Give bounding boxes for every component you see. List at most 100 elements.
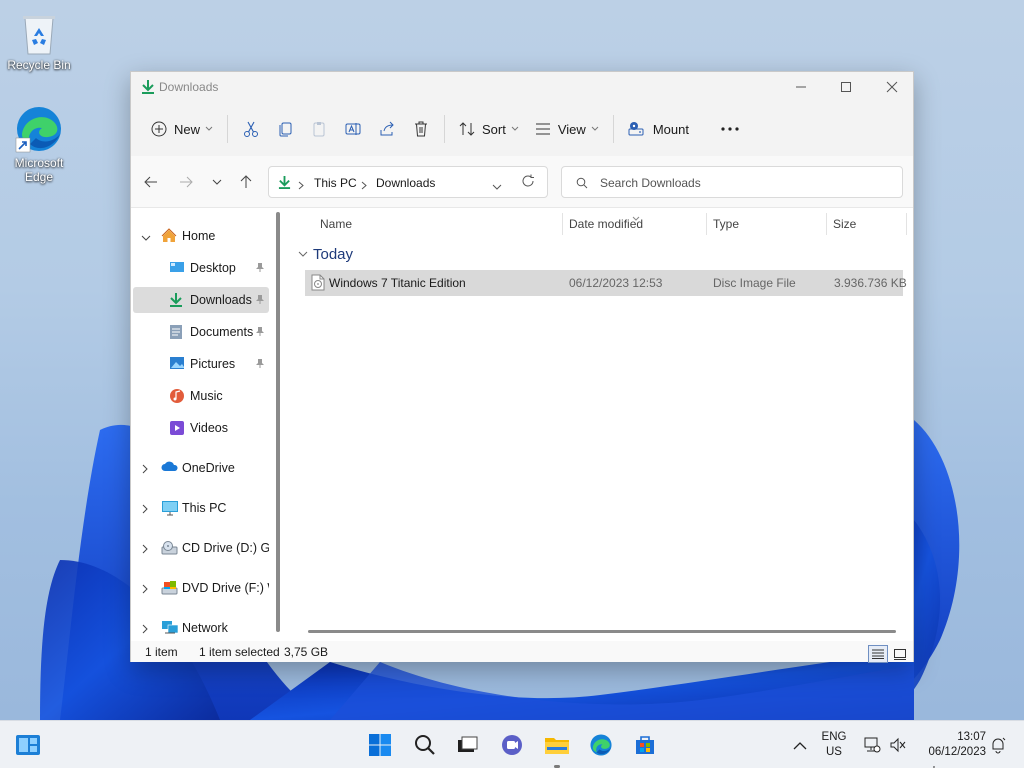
chevron-down-icon: [492, 184, 502, 190]
desktop-icon-recycle-bin[interactable]: Recycle Bin: [4, 10, 74, 72]
item-count: 1 item: [145, 645, 178, 659]
copy-button[interactable]: [268, 112, 302, 146]
minimize-button[interactable]: [778, 72, 824, 102]
sidebar-item-dvd-drive-f-w[interactable]: DVD Drive (F:) W: [133, 575, 269, 601]
task-view-button[interactable]: [453, 731, 481, 759]
maximize-button[interactable]: [823, 72, 869, 102]
close-button[interactable]: [869, 72, 915, 102]
sidebar-item-pictures[interactable]: Pictures: [133, 351, 269, 377]
sidebar-item-home[interactable]: Home: [133, 223, 269, 249]
chevron-right-icon[interactable]: [141, 583, 149, 597]
chevron-right-icon[interactable]: [141, 503, 149, 517]
download-arrow-icon: [278, 175, 291, 193]
address-history-button[interactable]: [492, 180, 502, 194]
pin-icon: [255, 294, 265, 308]
recent-locations-button[interactable]: [208, 173, 226, 191]
desktop-icon-label: Edge: [24, 170, 54, 184]
sidebar-item-this-pc[interactable]: This PC: [133, 495, 269, 521]
breadcrumb-downloads[interactable]: Downloads: [376, 176, 435, 190]
edge-taskbar-button[interactable]: [587, 731, 615, 759]
file-row[interactable]: Windows 7 Titanic Edition 06/12/2023 12:…: [305, 270, 907, 296]
rename-button[interactable]: [336, 112, 370, 146]
sidebar-item-cd-drive-d-gsp[interactable]: CD Drive (D:) GSP: [133, 535, 269, 561]
group-label: Today: [313, 246, 354, 263]
view-button-label: View: [557, 121, 586, 137]
column-header-type[interactable]: Type: [713, 217, 739, 231]
sidebar-item-documents[interactable]: Documents: [133, 319, 269, 345]
desktop-icon-edge[interactable]: Microsoft Edge: [4, 104, 74, 184]
sidebar-item-downloads[interactable]: Downloads: [133, 287, 269, 313]
cut-button[interactable]: [234, 112, 268, 146]
mount-button[interactable]: Mount: [620, 112, 697, 146]
paste-button[interactable]: [302, 112, 336, 146]
column-divider[interactable]: [906, 213, 907, 235]
file-type: Disc Image File: [713, 276, 796, 290]
search-box[interactable]: [561, 166, 903, 198]
mount-button-label: Mount: [652, 121, 689, 137]
column-divider[interactable]: [706, 213, 707, 235]
delete-button[interactable]: [404, 112, 438, 146]
mount-icon: [628, 122, 644, 136]
dvd-drive-icon: [161, 580, 179, 599]
home-icon: [161, 228, 177, 247]
file-explorer-taskbar-button[interactable]: [543, 731, 571, 759]
clock[interactable]: 13:07 06/12/2023: [914, 730, 986, 760]
column-header-name[interactable]: Name: [320, 217, 352, 231]
taskbar: ENG US 13:07 06/12/2023: [0, 720, 1024, 768]
show-hidden-icons-button[interactable]: [786, 731, 814, 759]
sidebar-item-music[interactable]: Music: [133, 383, 269, 409]
command-bar: New Sort View Mount: [131, 102, 913, 156]
up-button[interactable]: [237, 173, 255, 191]
sort-button[interactable]: Sort: [451, 112, 527, 146]
sidebar-item-network[interactable]: Network: [133, 615, 269, 641]
view-button[interactable]: View: [527, 112, 607, 146]
details-view-button[interactable]: [868, 645, 888, 663]
share-button[interactable]: [370, 112, 404, 146]
breadcrumb-separator-icon: [298, 179, 304, 193]
network-status-button[interactable]: [858, 731, 886, 759]
column-divider[interactable]: [562, 213, 563, 235]
navigation-scrollbar[interactable]: [276, 212, 280, 632]
title-bar[interactable]: Downloads: [131, 72, 913, 102]
widgets-button[interactable]: [14, 731, 42, 759]
onedrive-icon: [161, 460, 179, 475]
more-options-button[interactable]: [713, 112, 747, 146]
language-indicator[interactable]: ENG US: [816, 730, 852, 760]
sidebar-item-desktop[interactable]: Desktop: [133, 255, 269, 281]
forward-button[interactable]: [177, 173, 195, 191]
large-icons-view-button[interactable]: [890, 645, 910, 663]
toolbar-separator: [227, 115, 229, 143]
back-button[interactable]: [142, 173, 160, 191]
notifications-button[interactable]: [984, 731, 1012, 759]
breadcrumb-this-pc[interactable]: This PC: [314, 176, 357, 190]
navigation-pane: Home Desktop Downloads Documents Pictures Mus…: [131, 209, 281, 641]
plus-circle-icon: [151, 121, 167, 137]
refresh-button[interactable]: [521, 174, 535, 191]
address-bar[interactable]: This PC Downloads: [268, 166, 548, 198]
chevron-right-icon[interactable]: [141, 463, 149, 477]
column-divider[interactable]: [826, 213, 827, 235]
search-input[interactable]: [600, 174, 880, 192]
new-button[interactable]: New: [143, 112, 221, 146]
file-list: Name Date modified Type Size Today Windo…: [288, 209, 915, 641]
store-button[interactable]: [631, 731, 659, 759]
column-header-size[interactable]: Size: [833, 217, 856, 231]
chevron-right-icon[interactable]: [141, 543, 149, 557]
horizontal-scrollbar[interactable]: [308, 630, 896, 633]
paste-icon: [313, 122, 325, 137]
chevron-down-icon[interactable]: [141, 231, 151, 245]
chat-icon: [502, 735, 522, 755]
music-folder-icon: [169, 388, 185, 407]
network-icon: [864, 737, 881, 753]
start-button[interactable]: [366, 731, 394, 759]
sidebar-item-videos[interactable]: Videos: [133, 415, 269, 441]
search-button[interactable]: [411, 731, 439, 759]
chat-button[interactable]: [498, 731, 526, 759]
column-header-date-modified[interactable]: Date modified: [569, 217, 643, 231]
group-header-today[interactable]: Today: [298, 246, 353, 263]
volume-button[interactable]: [884, 731, 912, 759]
search-icon: [576, 177, 588, 192]
volume-muted-icon: [890, 737, 906, 753]
chevron-right-icon[interactable]: [141, 623, 149, 637]
sidebar-item-onedrive[interactable]: OneDrive: [133, 455, 269, 481]
